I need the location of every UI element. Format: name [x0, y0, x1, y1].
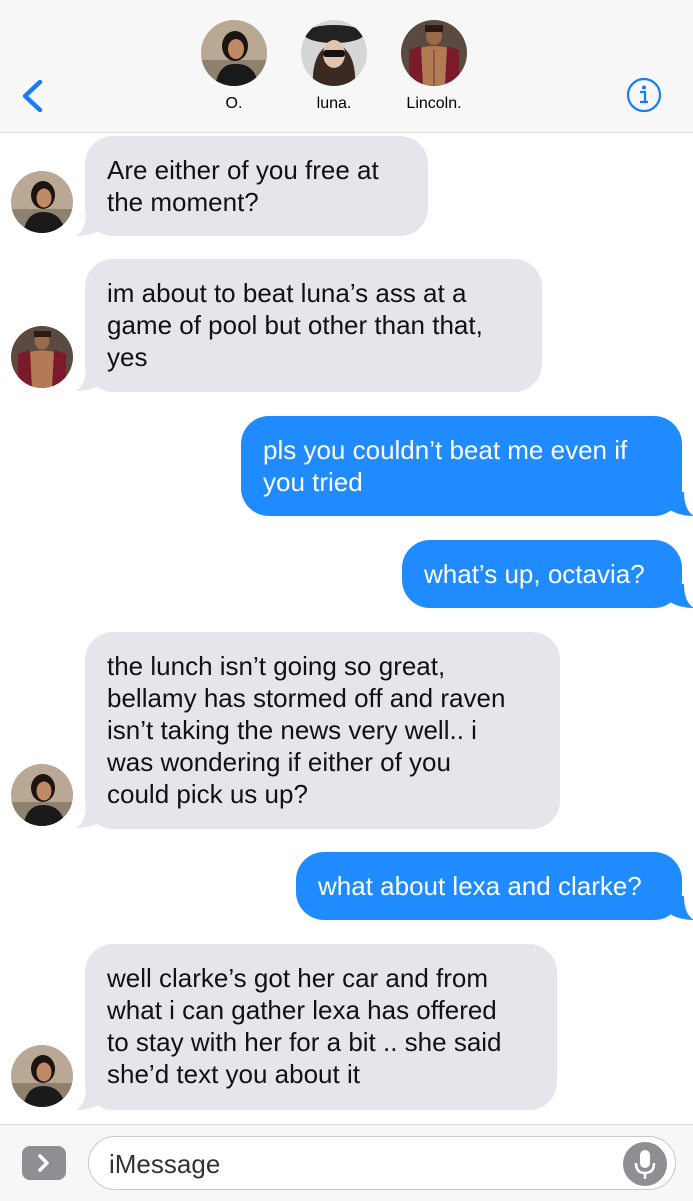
message-line: what’s up, octavia?	[424, 559, 645, 589]
message-input[interactable]: iMessage	[88, 1136, 676, 1190]
chevron-right-icon	[38, 1154, 49, 1172]
microphone-icon	[634, 1150, 656, 1179]
message-line: to stay with her for a bit .. she said	[107, 1027, 502, 1057]
avatar	[301, 20, 367, 86]
avatar	[11, 326, 73, 388]
message-line: well clarke’s got her car and from	[107, 963, 489, 993]
message-bubble[interactable]: im about to beat luna’s ass at a game of…	[85, 259, 542, 392]
message-line: Are either of you free at	[107, 155, 379, 185]
conversation-header: O. luna. Lincoln.	[0, 0, 693, 133]
message-line: you tried	[263, 467, 363, 497]
participant-name: Lincoln.	[406, 95, 462, 112]
avatar	[401, 20, 467, 86]
chevron-left-icon	[22, 79, 43, 113]
avatar	[11, 1045, 73, 1107]
message-bubble[interactable]: what’s up, octavia?	[402, 540, 682, 608]
message-bubble[interactable]: pls you couldn’t beat me even if you tri…	[241, 416, 682, 516]
message-input-bar: iMessage	[0, 1124, 693, 1201]
avatar	[11, 764, 73, 826]
info-button[interactable]	[626, 77, 662, 113]
message-line: the lunch isn’t going so great,	[107, 651, 446, 681]
participant-name: luna.	[316, 95, 352, 112]
back-button[interactable]	[14, 74, 54, 118]
message-line: im about to beat luna’s ass at a	[107, 278, 467, 308]
participant-o[interactable]: O.	[189, 20, 279, 113]
message-line: bellamy has stormed off and raven	[107, 683, 506, 713]
message-bubble[interactable]: the lunch isn’t going so great, bellamy …	[85, 632, 560, 829]
microphone-button[interactable]	[623, 1142, 667, 1186]
message-line: she’d text you about it	[107, 1059, 360, 1089]
info-icon	[626, 77, 662, 113]
participant-name: O.	[225, 95, 243, 112]
message-line: the moment?	[107, 187, 259, 217]
participant-lincoln[interactable]: Lincoln.	[389, 20, 479, 113]
apps-button[interactable]	[22, 1146, 66, 1180]
message-line: isn’t taking the news very well.. i	[107, 715, 477, 745]
participant-luna[interactable]: luna.	[289, 20, 379, 113]
message-input-placeholder: iMessage	[109, 1149, 221, 1179]
message-bubble[interactable]: what about lexa and clarke?	[296, 852, 682, 920]
message-line: could pick us up?	[107, 779, 308, 809]
message-line: what i can gather lexa has offered	[107, 995, 497, 1025]
avatar	[11, 171, 73, 233]
message-line: yes	[107, 342, 148, 372]
message-line: pls you couldn’t beat me even if	[263, 435, 628, 465]
message-line: game of pool but other than that,	[107, 310, 483, 340]
avatar	[201, 20, 267, 86]
message-line: was wondering if either of you	[107, 747, 451, 777]
message-bubble[interactable]: Are either of you free at the moment?	[85, 136, 428, 236]
message-bubble[interactable]: well clarke’s got her car and from what …	[85, 944, 557, 1110]
message-line: what about lexa and clarke?	[318, 871, 642, 901]
